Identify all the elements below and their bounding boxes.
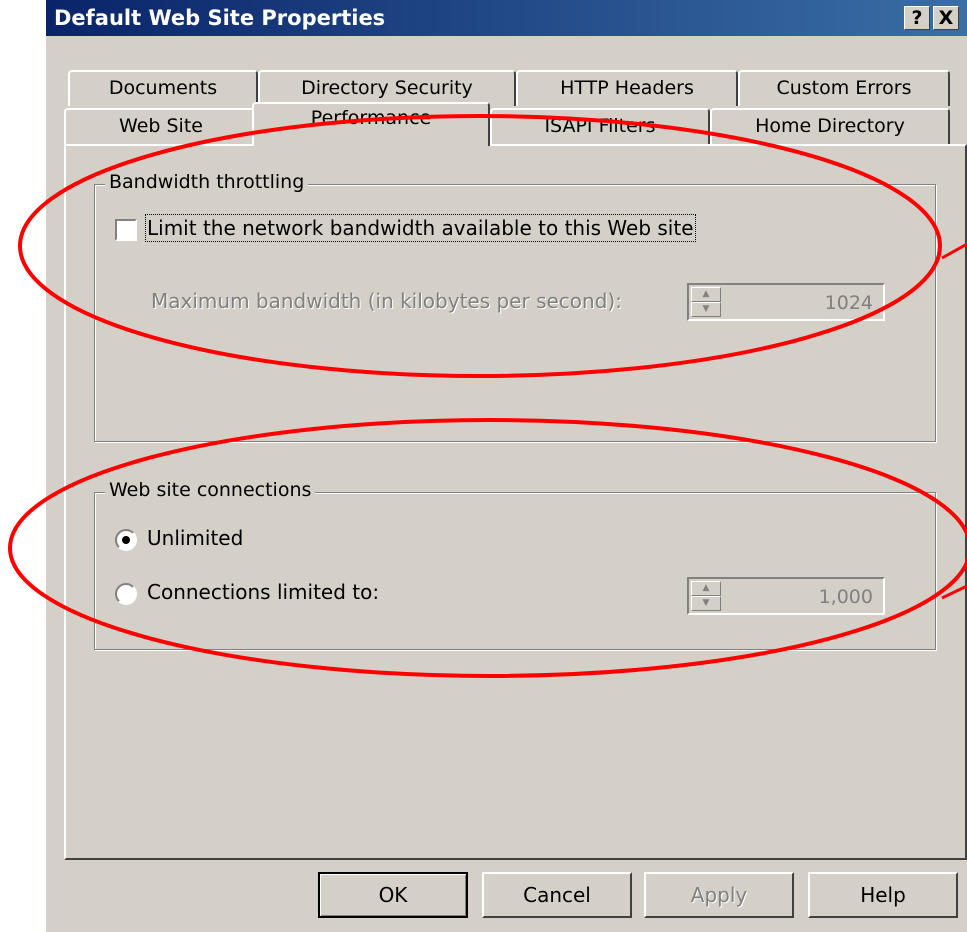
limit-bandwidth-label[interactable]: Limit the network bandwidth available to… xyxy=(145,214,696,242)
bandwidth-group-label: Bandwidth throttling xyxy=(105,171,309,193)
performance-panel: Bandwidth throttling Limit the network b… xyxy=(64,144,967,860)
tab-performance[interactable]: Performance xyxy=(252,102,490,146)
tab-home-directory[interactable]: Home Directory xyxy=(710,108,950,144)
connections-limited-radio[interactable] xyxy=(115,583,137,605)
tab-custom-errors[interactable]: Custom Errors xyxy=(738,70,950,106)
window-title: Default Web Site Properties xyxy=(54,6,386,30)
connections-group-label: Web site connections xyxy=(105,479,316,501)
max-bandwidth-spinner[interactable]: ▲ ▼ 1024 xyxy=(687,283,885,321)
unlimited-radio[interactable] xyxy=(115,529,137,551)
title-bar: Default Web Site Properties ? X xyxy=(46,0,967,36)
spinner-arrows[interactable]: ▲ ▼ xyxy=(691,581,721,611)
help-dialog-button[interactable]: Help xyxy=(808,872,958,918)
spinner-arrows[interactable]: ▲ ▼ xyxy=(691,287,721,317)
tab-web-site[interactable]: Web Site xyxy=(64,108,258,144)
connections-limit-spinner[interactable]: ▲ ▼ 1,000 xyxy=(687,577,885,615)
max-bandwidth-value: 1024 xyxy=(824,292,873,314)
ok-button[interactable]: OK xyxy=(318,872,468,918)
bandwidth-group: Bandwidth throttling Limit the network b… xyxy=(94,171,936,442)
connections-group: Web site connections Unlimited Connectio… xyxy=(94,479,936,650)
properties-dialog: Default Web Site Properties ? X Document… xyxy=(46,0,967,932)
connections-limited-label[interactable]: Connections limited to: xyxy=(147,580,379,604)
limit-bandwidth-checkbox[interactable] xyxy=(115,219,137,241)
cancel-button[interactable]: Cancel xyxy=(482,872,632,918)
radio-selected-dot xyxy=(122,536,130,544)
spin-up-icon[interactable]: ▲ xyxy=(691,287,721,302)
tab-isapi-filters[interactable]: ISAPI Filters xyxy=(490,108,710,144)
tab-documents[interactable]: Documents xyxy=(68,70,258,106)
tab-http-headers[interactable]: HTTP Headers xyxy=(516,70,738,106)
max-bandwidth-label: Maximum bandwidth (in kilobytes per seco… xyxy=(151,289,622,313)
close-button[interactable]: X xyxy=(933,6,959,30)
unlimited-label[interactable]: Unlimited xyxy=(147,526,243,550)
apply-button[interactable]: Apply xyxy=(644,872,794,918)
spin-down-icon[interactable]: ▼ xyxy=(691,596,721,611)
spin-down-icon[interactable]: ▼ xyxy=(691,302,721,317)
help-button[interactable]: ? xyxy=(904,6,930,30)
spin-up-icon[interactable]: ▲ xyxy=(691,581,721,596)
tab-directory-security[interactable]: Directory Security xyxy=(258,70,516,106)
connections-limit-value: 1,000 xyxy=(818,586,873,608)
